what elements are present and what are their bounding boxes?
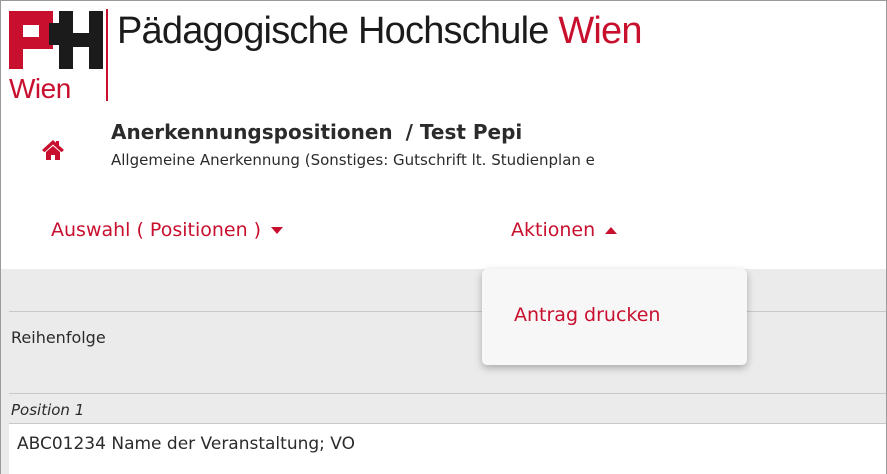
site-title-main: Pädagogische Hochschule — [117, 10, 549, 52]
menu-bar: Auswahl ( Positionen ) Aktionen — [1, 197, 886, 269]
logo-divider — [106, 9, 108, 101]
actions-menu-button[interactable]: Aktionen — [511, 217, 618, 243]
selection-menu-button[interactable]: Auswahl ( Positionen ) — [51, 217, 284, 243]
phw-logo[interactable]: Wien — [9, 9, 109, 105]
selection-menu-label: Auswahl ( Positionen ) — [51, 219, 262, 241]
page-title-suffix: / Test Pepi — [405, 120, 523, 144]
phw-logo-mark — [9, 11, 103, 69]
actions-menu-label: Aktionen — [511, 219, 596, 241]
position-label: Position 1 — [11, 401, 85, 419]
position-header-row: Position 1 — [9, 393, 886, 423]
site-title: Pädagogische Hochschule Wien — [117, 9, 643, 53]
order-label: Reihenfolge — [11, 328, 106, 347]
actions-dropdown: Antrag drucken — [482, 269, 747, 365]
course-row[interactable]: ABC01234 Name der Veranstaltung; VO — [9, 423, 886, 474]
logo-word: Wien — [9, 73, 71, 104]
page-title-main: Anerkennungspositionen — [111, 120, 393, 144]
site-title-accent: Wien — [558, 10, 642, 52]
caret-down-icon — [271, 226, 284, 234]
caret-up-icon — [605, 226, 618, 234]
page-title: Anerkennungspositionen / Test Pepi — [111, 119, 522, 145]
course-label: ABC01234 Name der Veranstaltung; VO — [17, 434, 356, 454]
content-area: Reihenfolge Position 1 ABC01234 Name der… — [1, 269, 886, 474]
order-row: Reihenfolge — [9, 311, 886, 391]
page-subtitle: Allgemeine Anerkennung (Sonstiges: Gutsc… — [111, 151, 595, 169]
home-icon[interactable] — [41, 139, 65, 161]
print-application-menu-item[interactable]: Antrag drucken — [514, 302, 660, 328]
app-frame: Wien Pädagogische Hochschule Wien Anerke… — [0, 0, 887, 474]
